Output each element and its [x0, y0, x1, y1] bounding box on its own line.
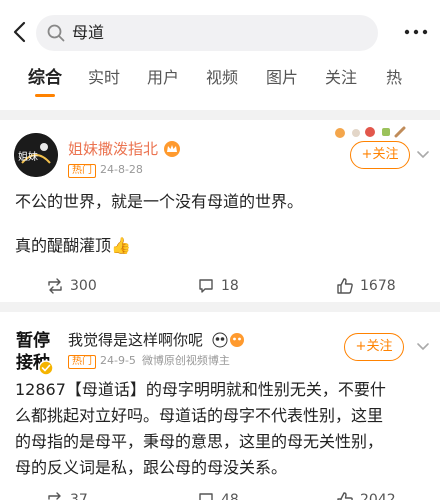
- repost-button[interactable]: 37: [46, 490, 88, 500]
- active-tab-indicator: [35, 94, 55, 97]
- post-text-line: 真的醍醐灌顶👍: [15, 234, 131, 258]
- avatar-text-line: 暂停: [16, 331, 50, 351]
- hot-badge: 热门: [68, 164, 96, 178]
- repost-icon: [48, 278, 62, 294]
- post-card[interactable]: 姐妹 姐妹撒泼指北 热门 24-8-28 +关注 不公的世界，就是一个没有母道的世…: [0, 120, 440, 302]
- author-name[interactable]: 姐妹撒泼指北: [68, 139, 158, 159]
- repost-count: 300: [70, 278, 97, 294]
- repost-button[interactable]: 300: [46, 276, 97, 296]
- more-options-icon[interactable]: [404, 28, 428, 36]
- post-text-line: 的母指的是母平，秉母的意思，这里的母无关性别，: [15, 432, 384, 451]
- post-meta: 热门 24-8-28: [68, 163, 143, 178]
- follow-button[interactable]: +关注: [350, 141, 410, 169]
- member-crown-icon: [164, 141, 180, 157]
- tab-users[interactable]: 用户: [147, 67, 179, 89]
- comment-icon: [199, 493, 213, 500]
- post-text-line: 么都挑起对立好吗。母道话的母字不代表性别，这里: [15, 406, 384, 425]
- section-divider: [0, 302, 440, 312]
- post-time: 24-8-28: [100, 163, 143, 176]
- post-source: 微博原创视频博主: [141, 354, 230, 367]
- search-tabs: 综合 实时 用户 视频 图片 关注 热: [0, 64, 440, 100]
- comment-count: 18: [221, 278, 239, 294]
- repost-icon: [48, 492, 61, 500]
- avatar-caption: 姐妹: [18, 152, 38, 163]
- tab-following[interactable]: 关注: [325, 67, 357, 89]
- tab-realtime[interactable]: 实时: [88, 67, 120, 89]
- post-text-line: 不公的世界，就是一个没有母道的世界。: [15, 192, 304, 211]
- like-count: 2042: [360, 492, 396, 500]
- thumbs-up-emoji: 👍: [111, 236, 131, 255]
- post-time: 24-9-5: [100, 354, 136, 367]
- like-button[interactable]: 1678: [336, 276, 396, 296]
- chevron-down-icon[interactable]: [416, 150, 430, 160]
- post-text: 真的醍醐灌顶: [15, 236, 112, 255]
- search-header: 母道: [0, 0, 440, 64]
- tab-comprehensive[interactable]: 综合: [28, 67, 62, 89]
- post-meta: 热门 24-9-5 微博原创视频博主: [68, 354, 230, 369]
- search-query: 母道: [72, 23, 105, 42]
- section-divider: [0, 110, 440, 120]
- tab-hot[interactable]: 热: [386, 67, 402, 89]
- chevron-down-icon[interactable]: [416, 342, 430, 352]
- like-icon: [337, 492, 353, 500]
- verified-badge-icon: [38, 360, 54, 376]
- post-text-line: 12867【母道话】的母字明明就和性别无关，不要什: [15, 380, 386, 399]
- comment-button[interactable]: 48: [197, 490, 239, 500]
- hot-badge: 热门: [68, 355, 96, 369]
- like-button[interactable]: 2042: [336, 490, 396, 500]
- back-arrow-icon[interactable]: [10, 20, 30, 44]
- decoration-stickers-icon: [335, 126, 406, 138]
- post-card[interactable]: 暂停 接种 我觉得是这样啊你呢 热门 24-9-5 微博原创视频博主 +关注 128…: [0, 312, 440, 500]
- like-count: 1678: [360, 278, 396, 294]
- tab-videos[interactable]: 视频: [206, 67, 238, 89]
- comment-count: 48: [221, 492, 239, 500]
- search-icon: [47, 24, 65, 42]
- tab-images[interactable]: 图片: [266, 67, 298, 89]
- comment-button[interactable]: 18: [197, 276, 239, 296]
- author-name[interactable]: 我觉得是这样啊你呢: [68, 330, 203, 350]
- panda-emoji-icon: [212, 332, 244, 348]
- like-icon: [337, 278, 353, 294]
- repost-count: 37: [70, 492, 88, 500]
- comment-icon: [199, 279, 213, 293]
- search-input[interactable]: 母道: [36, 15, 378, 51]
- follow-button[interactable]: +关注: [344, 333, 404, 361]
- post-text-line: 母的反义词是私，跟公母的母没关系。: [15, 458, 288, 477]
